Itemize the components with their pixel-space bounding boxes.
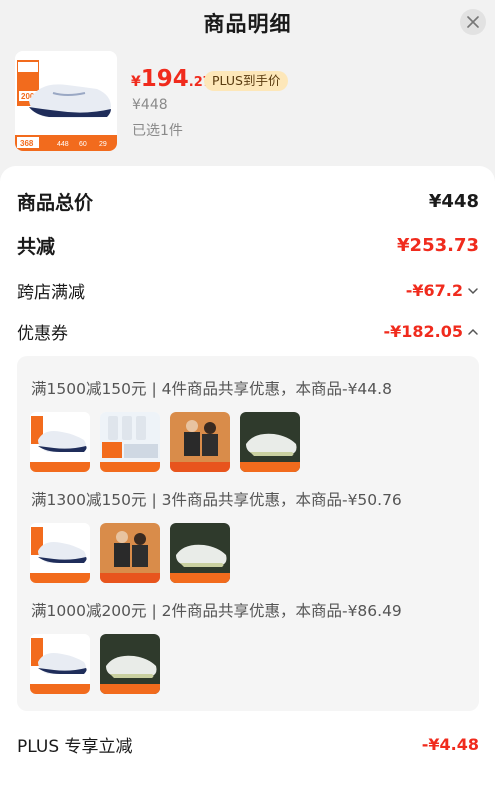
product-thumb-shoe-white[interactable]: [170, 523, 230, 583]
price-detail-card: 商品总价 ¥448 共减 ¥253.73 跨店满减 -¥67.2 优惠券 -¥1…: [0, 166, 495, 788]
coupon-products-3: [30, 634, 160, 694]
shoe-image: [30, 523, 90, 583]
product-thumb-shoe-white[interactable]: [100, 634, 160, 694]
shoe-image: [30, 412, 90, 472]
svg-text:29: 29: [99, 141, 107, 148]
close-button[interactable]: [460, 9, 486, 35]
plus-price: ¥ 194 .27: [131, 66, 212, 94]
coupon-rule-3: 满1000减200元 | 2件商品共享优惠，本商品-¥86.49: [31, 602, 402, 620]
total-price-value: ¥448: [428, 191, 479, 212]
shoe-white-image: [170, 523, 230, 583]
product-thumb-shoe[interactable]: [30, 412, 90, 472]
coupon-label: 优惠券: [17, 324, 68, 344]
gadget-image: [100, 412, 160, 472]
shoe-white-image: [240, 412, 300, 472]
apparel-image: [170, 412, 230, 472]
cross-store-label: 跨店满减: [17, 283, 85, 303]
coupon-rule-1: 满1500减150元 | 4件商品共享优惠，本商品-¥44.8: [31, 380, 392, 398]
cross-store-row[interactable]: 跨店满减 -¥67.2: [17, 278, 479, 303]
total-discount-label: 共减: [17, 236, 56, 258]
shoe-white-image: [100, 634, 160, 694]
coupon-products-1: [30, 412, 300, 472]
svg-text:368: 368: [20, 139, 34, 148]
total-price-label: 商品总价: [17, 192, 94, 214]
svg-text:60: 60: [79, 141, 87, 148]
product-thumb-gadget[interactable]: [100, 412, 160, 472]
chevron-up-icon[interactable]: [467, 326, 479, 338]
product-shoe-image: 200 368 448 60 29: [15, 51, 117, 151]
total-discount-row: 共减 ¥253.73: [17, 232, 479, 259]
apparel-image: [100, 523, 160, 583]
original-price: ¥448: [132, 97, 168, 113]
price-currency: ¥: [131, 74, 141, 90]
product-thumb-shoe[interactable]: [30, 523, 90, 583]
page-title: 商品明细: [203, 12, 292, 36]
svg-text:448: 448: [57, 141, 69, 148]
product-thumb-shoe[interactable]: [30, 634, 90, 694]
total-price-row: 商品总价 ¥448: [17, 188, 479, 215]
plus-discount-row: PLUS 专享立减 -¥4.48: [17, 732, 479, 757]
cross-store-value: -¥67.2: [405, 281, 463, 300]
selected-count: 已选1件: [132, 123, 183, 139]
coupon-value: -¥182.05: [383, 322, 463, 341]
plus-price-badge: PLUS到手价: [204, 71, 289, 91]
coupon-detail-panel: 满1500减150元 | 4件商品共享优惠，本商品-¥44.8 满1300减15…: [17, 356, 479, 711]
product-thumb-apparel[interactable]: [170, 412, 230, 472]
coupon-rule-2: 满1300减150元 | 3件商品共享优惠，本商品-¥50.76: [31, 491, 402, 509]
plus-discount-label: PLUS 专享立减: [17, 737, 133, 757]
product-thumb-apparel[interactable]: [100, 523, 160, 583]
price-integer: 194: [140, 66, 189, 92]
product-thumb-shoe-white[interactable]: [240, 412, 300, 472]
coupon-row[interactable]: 优惠券 -¥182.05: [17, 319, 479, 344]
product-thumbnail[interactable]: 200 368 448 60 29: [15, 51, 117, 151]
coupon-products-2: [30, 523, 230, 583]
total-discount-value: ¥253.73: [397, 235, 479, 256]
close-icon: [467, 16, 479, 28]
chevron-down-icon[interactable]: [467, 285, 479, 297]
shoe-image: [30, 634, 90, 694]
header: 商品明细: [0, 0, 495, 44]
plus-discount-value: -¥4.48: [421, 735, 479, 754]
